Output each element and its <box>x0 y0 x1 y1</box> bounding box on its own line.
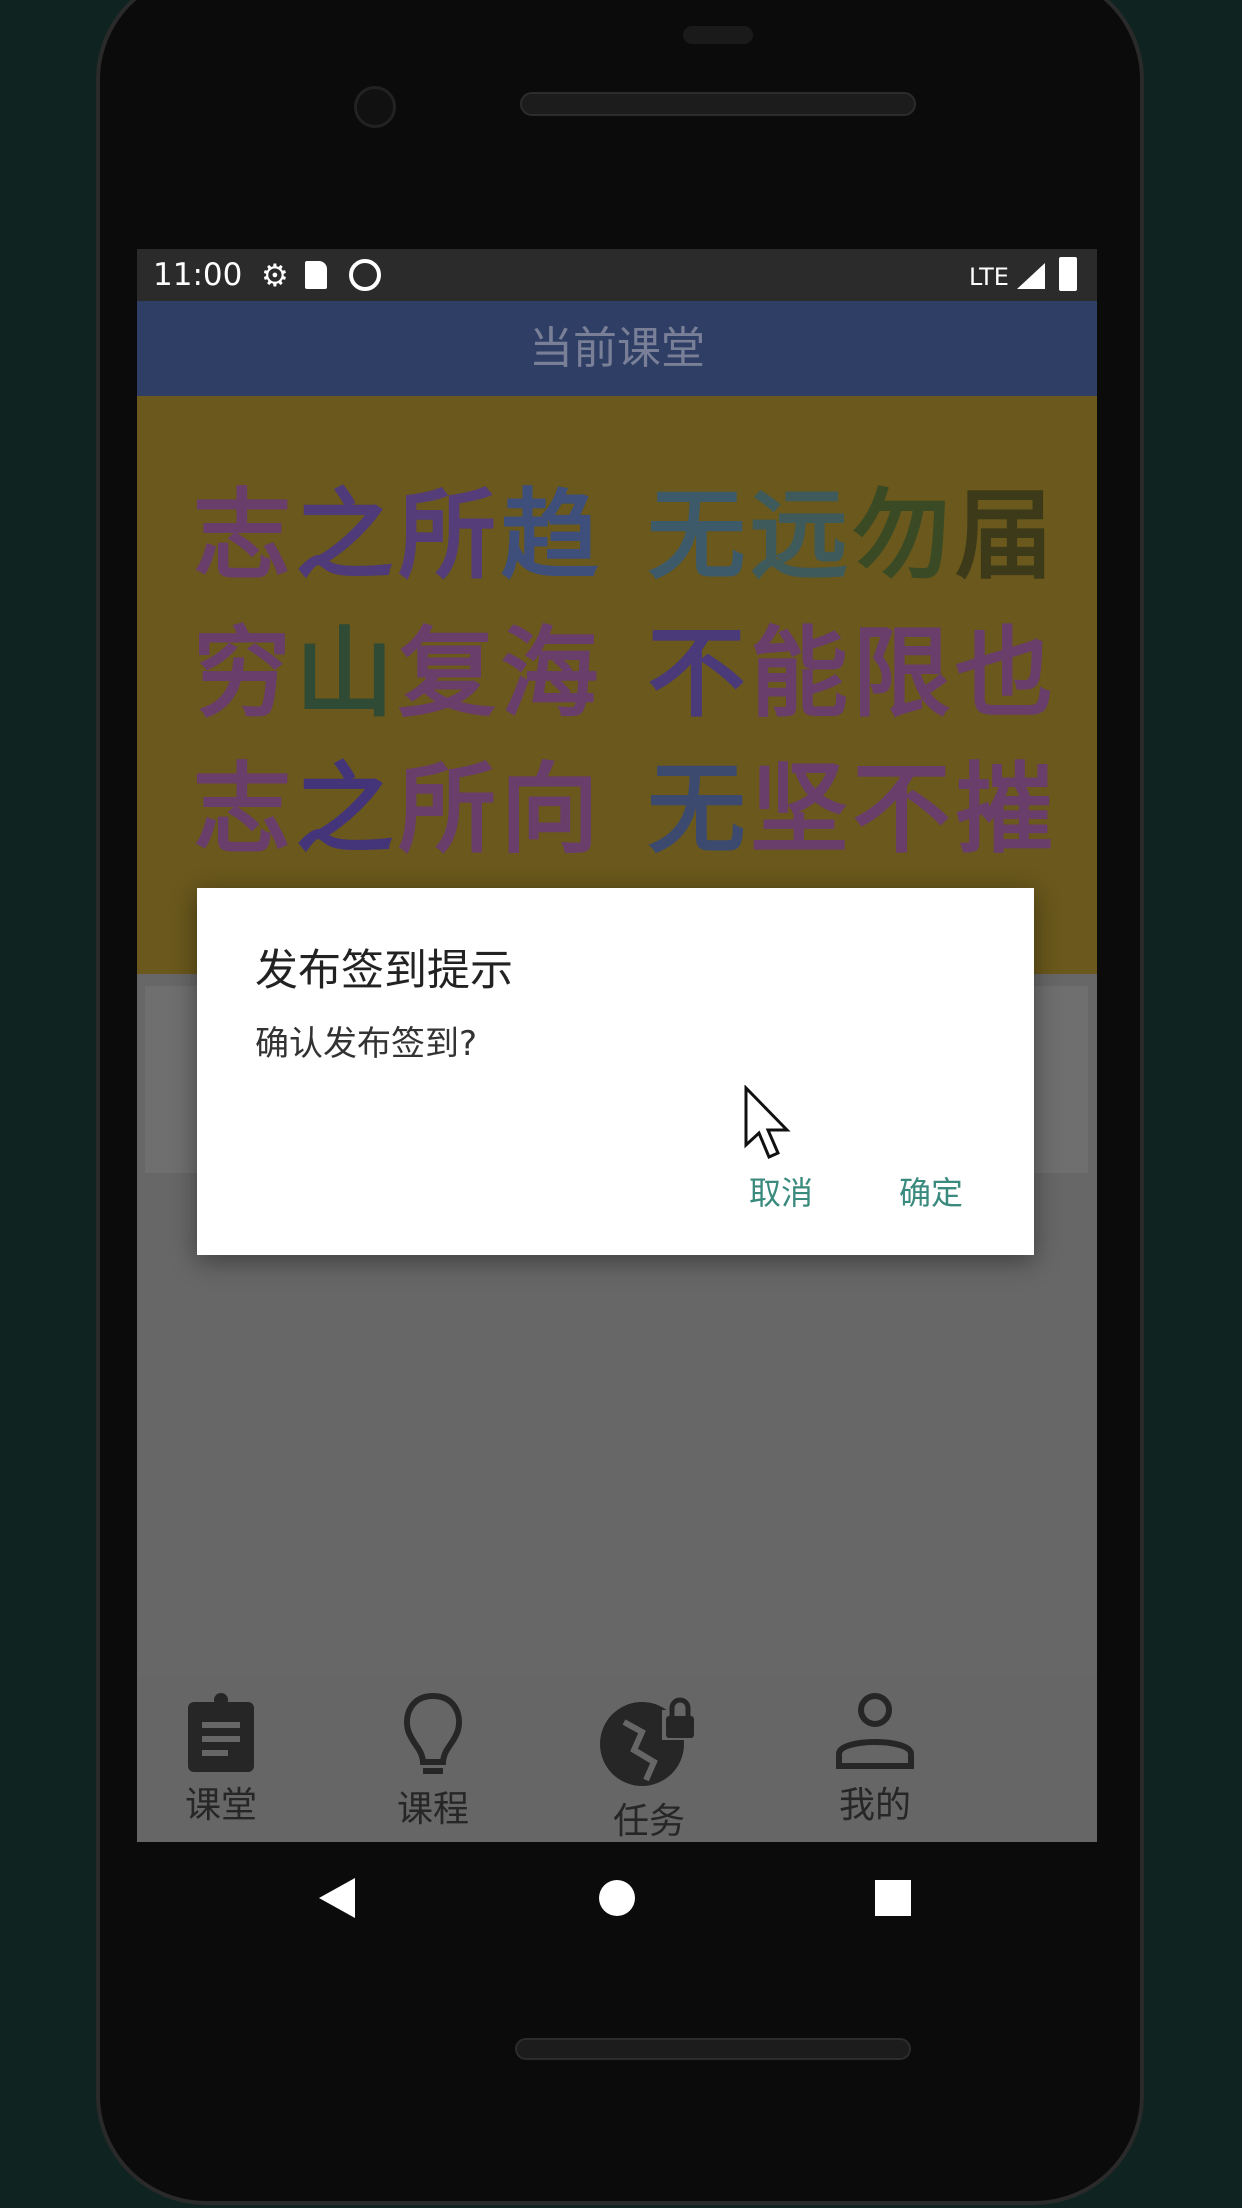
motto-char: 趋 <box>500 479 599 593</box>
motto-row: 志之所趋无远勿届 <box>193 476 1053 596</box>
tab-label: 任务 <box>612 1801 685 1842</box>
tab-tasks[interactable]: 任务 <box>569 1676 729 1842</box>
motto-char: 无 <box>647 753 746 867</box>
front-camera <box>354 86 396 128</box>
motto-char: 勿 <box>852 479 951 593</box>
top-speaker <box>520 92 916 116</box>
mouse-cursor-icon <box>744 1085 791 1159</box>
publish-checkin-dialog: 发布签到提示 确认发布签到? 取消 确定 <box>197 888 1034 1255</box>
confirm-button[interactable]: 确定 <box>899 1168 963 1214</box>
settings-icon: ⚙ <box>261 258 289 294</box>
motto-char: 摧 <box>954 753 1053 867</box>
status-bar: 11:00 ⚙ LTE <box>137 249 1097 301</box>
motto-char: 志 <box>193 753 292 867</box>
recents-icon[interactable] <box>875 1880 911 1916</box>
motto-row: 穷山复海不能限也 <box>193 614 1053 734</box>
motto-char: 坚 <box>749 753 848 867</box>
tab-classroom[interactable]: 课堂 <box>141 1676 301 1842</box>
lightbulb-icon <box>404 1692 462 1774</box>
status-time: 11:00 <box>153 257 243 293</box>
clipboard-icon <box>188 1693 254 1772</box>
globe-lock-icon <box>600 1697 696 1786</box>
system-navigation-bar <box>137 1842 1097 1962</box>
network-label: LTE <box>969 263 1009 291</box>
motto-char: 能 <box>749 617 848 731</box>
motto-char: 山 <box>295 617 394 731</box>
motto-char: 复 <box>398 617 497 731</box>
tab-label: 课程 <box>396 1789 469 1830</box>
motto-char: 所 <box>398 479 497 593</box>
tab-label: 课堂 <box>184 1785 257 1826</box>
home-icon[interactable] <box>599 1880 635 1916</box>
data-saver-icon <box>349 259 381 291</box>
motto-char: 之 <box>295 753 394 867</box>
tab-label: 我的 <box>838 1785 911 1826</box>
tab-profile[interactable]: 我的 <box>795 1676 955 1842</box>
motto-char: 海 <box>500 617 599 731</box>
motto-char: 限 <box>852 617 951 731</box>
dialog-title: 发布签到提示 <box>255 946 513 996</box>
motto-char: 届 <box>954 479 1053 593</box>
page-title: 当前课堂 <box>137 301 1097 396</box>
dialog-message: 确认发布签到? <box>255 1024 478 1064</box>
motto-char: 也 <box>954 617 1053 731</box>
motto-char: 无 <box>647 479 746 593</box>
motto-char: 向 <box>500 753 599 867</box>
sd-card-icon <box>305 261 327 289</box>
motto-char: 不 <box>647 617 746 731</box>
motto-char: 不 <box>852 753 951 867</box>
person-icon <box>836 1693 914 1769</box>
motto-char: 所 <box>398 753 497 867</box>
signal-icon <box>1017 263 1045 289</box>
earpiece <box>683 26 753 44</box>
battery-icon <box>1059 257 1077 291</box>
bottom-speaker <box>515 2038 911 2060</box>
back-icon[interactable] <box>319 1878 355 1918</box>
motto-char: 穷 <box>193 617 292 731</box>
cancel-button[interactable]: 取消 <box>749 1168 813 1214</box>
motto-char: 远 <box>749 479 848 593</box>
tab-courses[interactable]: 课程 <box>353 1676 513 1842</box>
motto-char: 志 <box>193 479 292 593</box>
motto-char: 之 <box>295 479 394 593</box>
motto-row: 志之所向无坚不摧 <box>193 750 1053 870</box>
bottom-navigation: 课堂 课程 任务 我的 <box>137 1676 1097 1842</box>
